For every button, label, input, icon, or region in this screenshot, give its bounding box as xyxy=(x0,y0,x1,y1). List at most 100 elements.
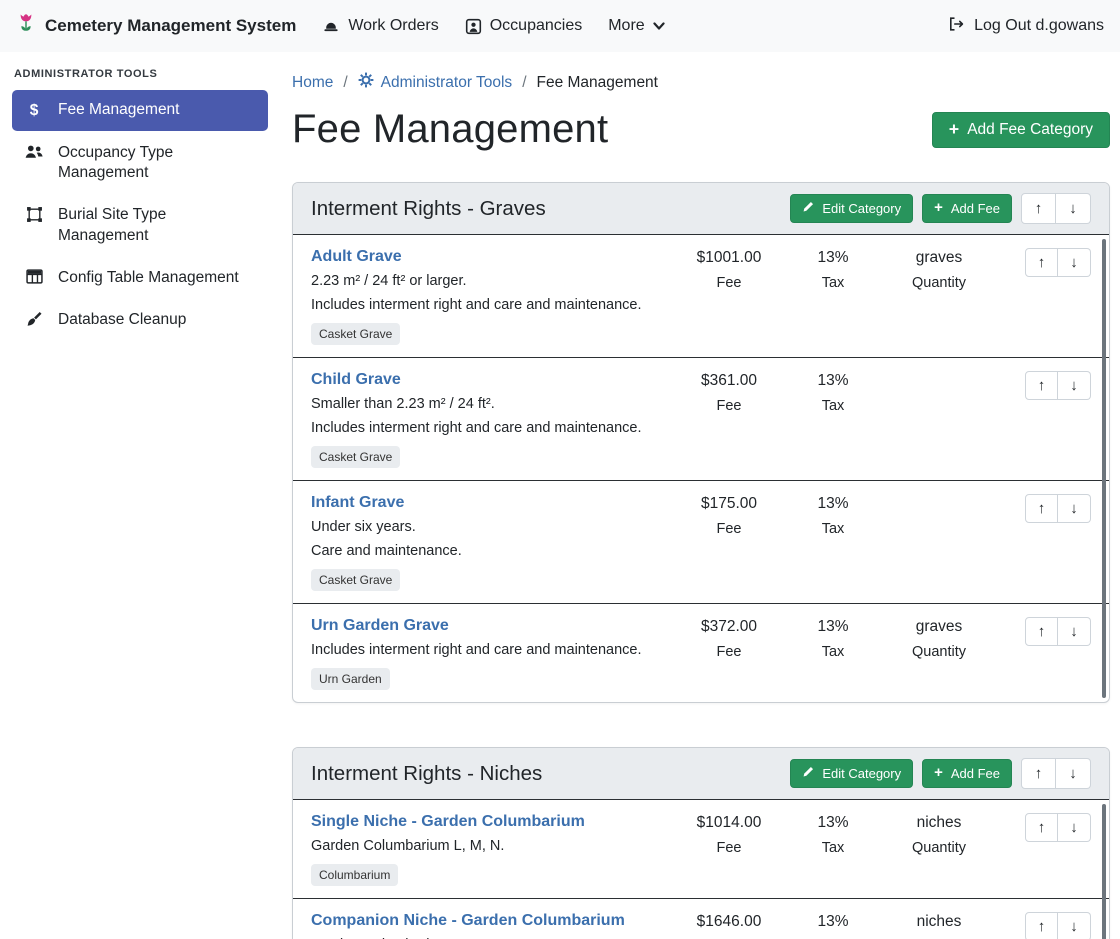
fee-amount: $372.00 xyxy=(675,618,783,636)
fee-tax-column: 13% Tax xyxy=(783,617,883,690)
nav-more[interactable]: More xyxy=(608,17,664,35)
move-category-down-button[interactable]: ↓ xyxy=(1056,758,1091,789)
fee-type-badge: Columbarium xyxy=(311,864,398,886)
fee-info: Urn Garden Grave Includes interment righ… xyxy=(311,617,675,690)
category-header: Interment Rights - Niches Edit Category … xyxy=(293,748,1109,800)
card-body: Adult Grave 2.23 m² / 24 ft² or larger. … xyxy=(293,235,1109,702)
fee-amount-label: Fee xyxy=(675,275,783,291)
card-scrollbar[interactable] xyxy=(1102,804,1106,939)
up-arrow-icon: ↑ xyxy=(1038,623,1046,640)
fee-reorder-group: ↑ ↓ xyxy=(1025,912,1091,939)
pencil-icon xyxy=(802,201,814,216)
table-icon xyxy=(24,269,44,284)
tax-value: 13% xyxy=(783,495,883,513)
people-icon xyxy=(24,144,44,160)
nav-work-orders-label: Work Orders xyxy=(348,17,438,35)
main-content: Home / Administrator Tools xyxy=(280,52,1120,939)
card-scrollbar[interactable] xyxy=(1102,239,1106,698)
fee-description-1: 2.23 m² / 24 ft² or larger. xyxy=(311,273,665,289)
nav-more-label: More xyxy=(608,17,644,35)
fee-row: Child Grave Smaller than 2.23 m² / 24 ft… xyxy=(293,357,1109,480)
move-fee-down-button[interactable]: ↓ xyxy=(1058,617,1091,646)
nav-occupancies-label: Occupancies xyxy=(490,17,583,35)
sidebar-item-config-table-management[interactable]: Config Table Management xyxy=(12,258,268,298)
add-fee-category-button[interactable]: + Add Fee Category xyxy=(932,112,1110,148)
fee-amount-label: Fee xyxy=(675,521,783,537)
sidebar-item-burial-site-type-management[interactable]: Burial Site Type Management xyxy=(12,195,268,255)
move-fee-down-button[interactable]: ↓ xyxy=(1058,494,1091,523)
tax-label: Tax xyxy=(783,398,883,414)
move-category-up-button[interactable]: ↑ xyxy=(1021,193,1056,224)
move-fee-down-button[interactable]: ↓ xyxy=(1058,912,1091,939)
fee-amount-column: $361.00 Fee xyxy=(675,371,783,468)
down-arrow-icon: ↓ xyxy=(1069,200,1077,217)
move-fee-up-button[interactable]: ↑ xyxy=(1025,494,1058,523)
app-title: Cemetery Management System xyxy=(45,16,296,36)
logout-label: Log Out d.gowans xyxy=(974,17,1104,35)
fee-type-badge: Casket Grave xyxy=(311,569,400,591)
move-fee-down-button[interactable]: ↓ xyxy=(1058,371,1091,400)
move-fee-down-button[interactable]: ↓ xyxy=(1058,813,1091,842)
move-fee-up-button[interactable]: ↑ xyxy=(1025,912,1058,939)
logout-button[interactable]: Log Out d.gowans xyxy=(947,16,1104,37)
nav-occupancies[interactable]: Occupancies xyxy=(465,17,583,35)
move-category-up-button[interactable]: ↑ xyxy=(1021,758,1056,789)
fee-info: Infant Grave Under six years. Care and m… xyxy=(311,494,675,591)
fee-name-link[interactable]: Adult Grave xyxy=(311,248,402,266)
fee-amount: $175.00 xyxy=(675,495,783,513)
edit-category-button[interactable]: Edit Category xyxy=(790,759,913,788)
sidebar-item-occupancy-type-management[interactable]: Occupancy Type Management xyxy=(12,133,268,193)
fee-amount-label: Fee xyxy=(675,644,783,660)
dollar-icon: $ xyxy=(24,101,44,121)
fee-info: Companion Niche - Garden Columbarium Gar… xyxy=(311,912,675,939)
fee-description-1: Smaller than 2.23 m² / 24 ft². xyxy=(311,396,665,412)
sidebar-item-label: Occupancy Type Management xyxy=(58,143,256,183)
fee-amount-column: $1646.00 Fee xyxy=(675,912,783,939)
tax-label: Tax xyxy=(783,521,883,537)
down-arrow-icon: ↓ xyxy=(1070,500,1078,517)
sidebar-item-label: Fee Management xyxy=(58,100,180,120)
chevron-down-icon xyxy=(653,21,665,31)
move-fee-up-button[interactable]: ↑ xyxy=(1025,248,1058,277)
fee-name-link[interactable]: Urn Garden Grave xyxy=(311,617,449,635)
quantity-label: Quantity xyxy=(883,644,995,660)
edit-category-button[interactable]: Edit Category xyxy=(790,194,913,223)
app-brand[interactable]: Cemetery Management System xyxy=(16,13,296,40)
down-arrow-icon: ↓ xyxy=(1070,918,1078,935)
fee-category-card: Interment Rights - Niches Edit Category … xyxy=(292,747,1110,939)
fee-row: Adult Grave 2.23 m² / 24 ft² or larger. … xyxy=(293,235,1109,357)
breadcrumb-home-link[interactable]: Home xyxy=(292,74,333,92)
sidebar-item-label: Database Cleanup xyxy=(58,310,186,330)
nav-work-orders[interactable]: Work Orders xyxy=(322,17,438,35)
fee-name-link[interactable]: Child Grave xyxy=(311,371,401,389)
fee-quantity-column xyxy=(883,494,995,591)
fee-amount-label: Fee xyxy=(675,398,783,414)
add-fee-category-label: Add Fee Category xyxy=(967,121,1093,139)
tax-label: Tax xyxy=(783,644,883,660)
fee-row: Infant Grave Under six years. Care and m… xyxy=(293,480,1109,603)
tax-value: 13% xyxy=(783,249,883,267)
fee-row: Urn Garden Grave Includes interment righ… xyxy=(293,603,1109,702)
sidebar-item-label: Burial Site Type Management xyxy=(58,205,256,245)
fee-description-1: Includes interment right and care and ma… xyxy=(311,642,665,658)
add-fee-button[interactable]: + Add Fee xyxy=(922,194,1012,223)
plus-icon: + xyxy=(934,201,943,216)
breadcrumb-admin-tools-link[interactable]: Administrator Tools xyxy=(358,72,513,93)
hard-hat-icon xyxy=(322,18,340,34)
down-arrow-icon: ↓ xyxy=(1070,254,1078,271)
move-fee-up-button[interactable]: ↑ xyxy=(1025,617,1058,646)
add-fee-button[interactable]: + Add Fee xyxy=(922,759,1012,788)
fee-row: Companion Niche - Garden Columbarium Gar… xyxy=(293,898,1109,939)
fee-name-link[interactable]: Single Niche - Garden Columbarium xyxy=(311,813,585,831)
sidebar-item-fee-management[interactable]: $ Fee Management xyxy=(12,90,268,131)
move-category-down-button[interactable]: ↓ xyxy=(1056,193,1091,224)
move-fee-up-button[interactable]: ↑ xyxy=(1025,371,1058,400)
fee-name-link[interactable]: Infant Grave xyxy=(311,494,404,512)
move-fee-up-button[interactable]: ↑ xyxy=(1025,813,1058,842)
quantity-value: graves xyxy=(883,249,995,267)
fee-name-link[interactable]: Companion Niche - Garden Columbarium xyxy=(311,912,625,930)
move-fee-down-button[interactable]: ↓ xyxy=(1058,248,1091,277)
fee-type-badge: Casket Grave xyxy=(311,446,400,468)
tax-label: Tax xyxy=(783,840,883,856)
sidebar-item-database-cleanup[interactable]: Database Cleanup xyxy=(12,300,268,340)
